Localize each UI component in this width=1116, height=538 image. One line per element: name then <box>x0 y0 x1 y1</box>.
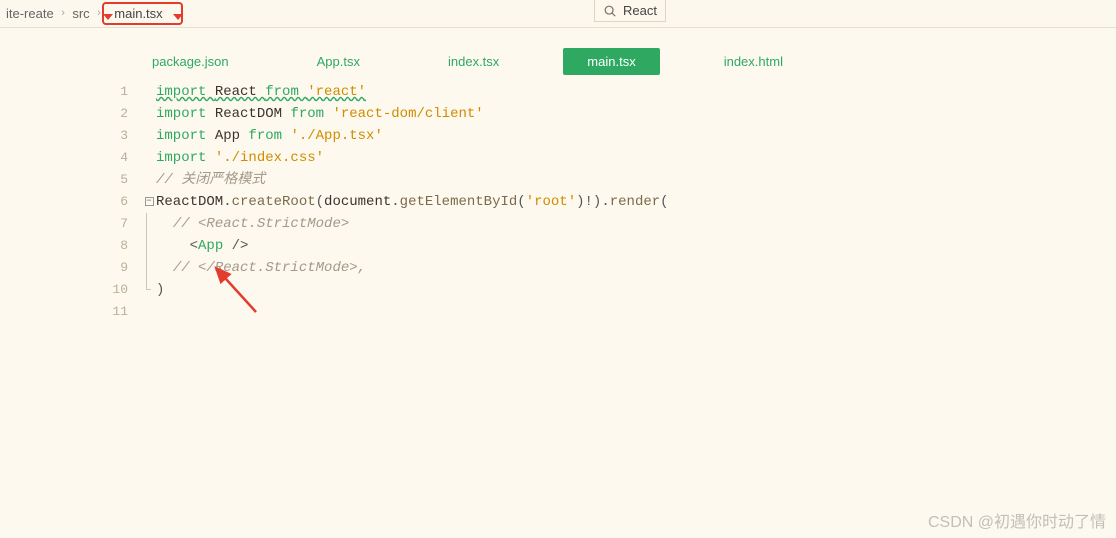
line-number: 10 <box>0 279 128 301</box>
code-line[interactable]: // 关闭严格模式 <box>156 169 1116 191</box>
breadcrumb-item[interactable]: ite-reate <box>0 6 60 21</box>
tab-bar: package.json App.tsx index.tsx main.tsx inde… <box>0 48 1116 75</box>
code-editor[interactable]: 1234567891011 − import React from 'react… <box>0 81 1116 323</box>
line-number-gutter: 1234567891011 <box>0 81 142 323</box>
code-line[interactable]: ReactDOM.createRoot(document.getElementB… <box>156 191 1116 213</box>
fold-toggle-icon[interactable]: − <box>145 197 154 206</box>
code-line[interactable]: import React from 'react' <box>156 81 1116 103</box>
breadcrumb-bar: ite-reate › src › main.tsx React <box>0 0 1116 28</box>
code-line[interactable]: import './index.css' <box>156 147 1116 169</box>
language-mode-label: React <box>623 3 657 18</box>
breadcrumb-item-current[interactable]: main.tsx <box>102 2 182 25</box>
fold-gutter[interactable]: − <box>142 81 156 323</box>
line-number: 6 <box>0 191 128 213</box>
fold-cell <box>142 169 156 191</box>
language-mode-badge[interactable]: React <box>594 0 666 22</box>
tab-index-html[interactable]: index.html <box>700 48 807 75</box>
line-number: 7 <box>0 213 128 235</box>
chevron-right-icon: › <box>96 8 103 20</box>
line-number: 2 <box>0 103 128 125</box>
fold-cell <box>142 125 156 147</box>
line-number: 8 <box>0 235 128 257</box>
watermark: CSDN @初遇你时动了情 <box>928 508 1106 532</box>
tab-main-tsx[interactable]: main.tsx <box>563 48 659 75</box>
code-line[interactable]: // <React.StrictMode> <box>156 213 1116 235</box>
fold-cell[interactable]: − <box>142 191 156 213</box>
fold-cell <box>142 257 156 279</box>
code-line[interactable]: // </React.StrictMode>, <box>156 257 1116 279</box>
fold-cell <box>142 279 156 301</box>
line-number: 11 <box>0 301 128 323</box>
tab-App-tsx[interactable]: App.tsx <box>293 48 384 75</box>
fold-cell <box>142 235 156 257</box>
fold-cell <box>142 301 156 323</box>
code-line[interactable]: <App /> <box>156 235 1116 257</box>
fold-cell <box>142 81 156 103</box>
code-content[interactable]: import React from 'react'import ReactDOM… <box>156 81 1116 323</box>
tab-package-json[interactable]: package.json <box>128 48 253 75</box>
chevron-right-icon: › <box>60 8 67 20</box>
code-line[interactable]: import ReactDOM from 'react-dom/client' <box>156 103 1116 125</box>
fold-cell <box>142 147 156 169</box>
annotation-arrow-icon <box>173 14 183 20</box>
line-number: 9 <box>0 257 128 279</box>
code-line[interactable]: ) <box>156 279 1116 301</box>
line-number: 1 <box>0 81 128 103</box>
fold-cell <box>142 103 156 125</box>
breadcrumb-item[interactable]: src <box>66 6 95 21</box>
fold-cell <box>142 213 156 235</box>
code-line[interactable]: import App from './App.tsx' <box>156 125 1116 147</box>
code-line[interactable] <box>156 301 1116 323</box>
tab-index-tsx[interactable]: index.tsx <box>424 48 523 75</box>
line-number: 5 <box>0 169 128 191</box>
line-number: 3 <box>0 125 128 147</box>
search-icon <box>603 4 617 18</box>
line-number: 4 <box>0 147 128 169</box>
annotation-arrow-icon <box>103 14 113 20</box>
